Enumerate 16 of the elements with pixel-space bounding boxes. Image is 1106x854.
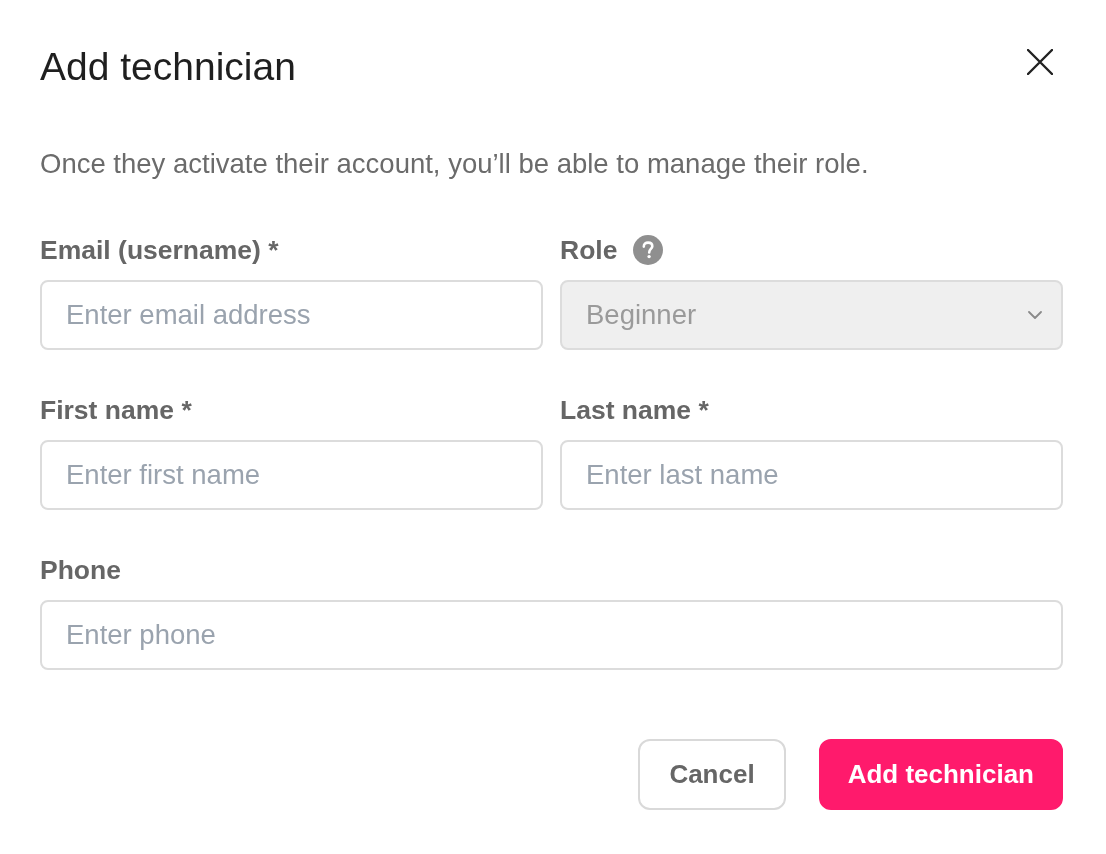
submit-button[interactable]: Add technician	[818, 739, 1063, 810]
chevron-down-icon	[1028, 311, 1042, 319]
field-label: Phone	[40, 555, 121, 585]
field-label: Email (username) *	[40, 235, 279, 265]
dialog-title: Add technician	[40, 44, 296, 90]
input-field[interactable]: Enter last name	[560, 440, 1063, 510]
dialog-description: Once they activate their account, you’ll be able to manage their role.	[40, 147, 870, 181]
close-button[interactable]	[1027, 49, 1053, 75]
input-field[interactable]: Enter email address	[40, 280, 543, 350]
cancel-button[interactable]: Cancel	[638, 739, 786, 810]
field-label: Role	[560, 235, 618, 265]
input-field[interactable]: Enter first name	[40, 440, 543, 510]
close-icon	[1027, 49, 1053, 75]
field-label: Last name *	[560, 395, 709, 425]
field-label: First name *	[40, 395, 192, 425]
input-field[interactable]: Enter phone	[40, 600, 1063, 670]
